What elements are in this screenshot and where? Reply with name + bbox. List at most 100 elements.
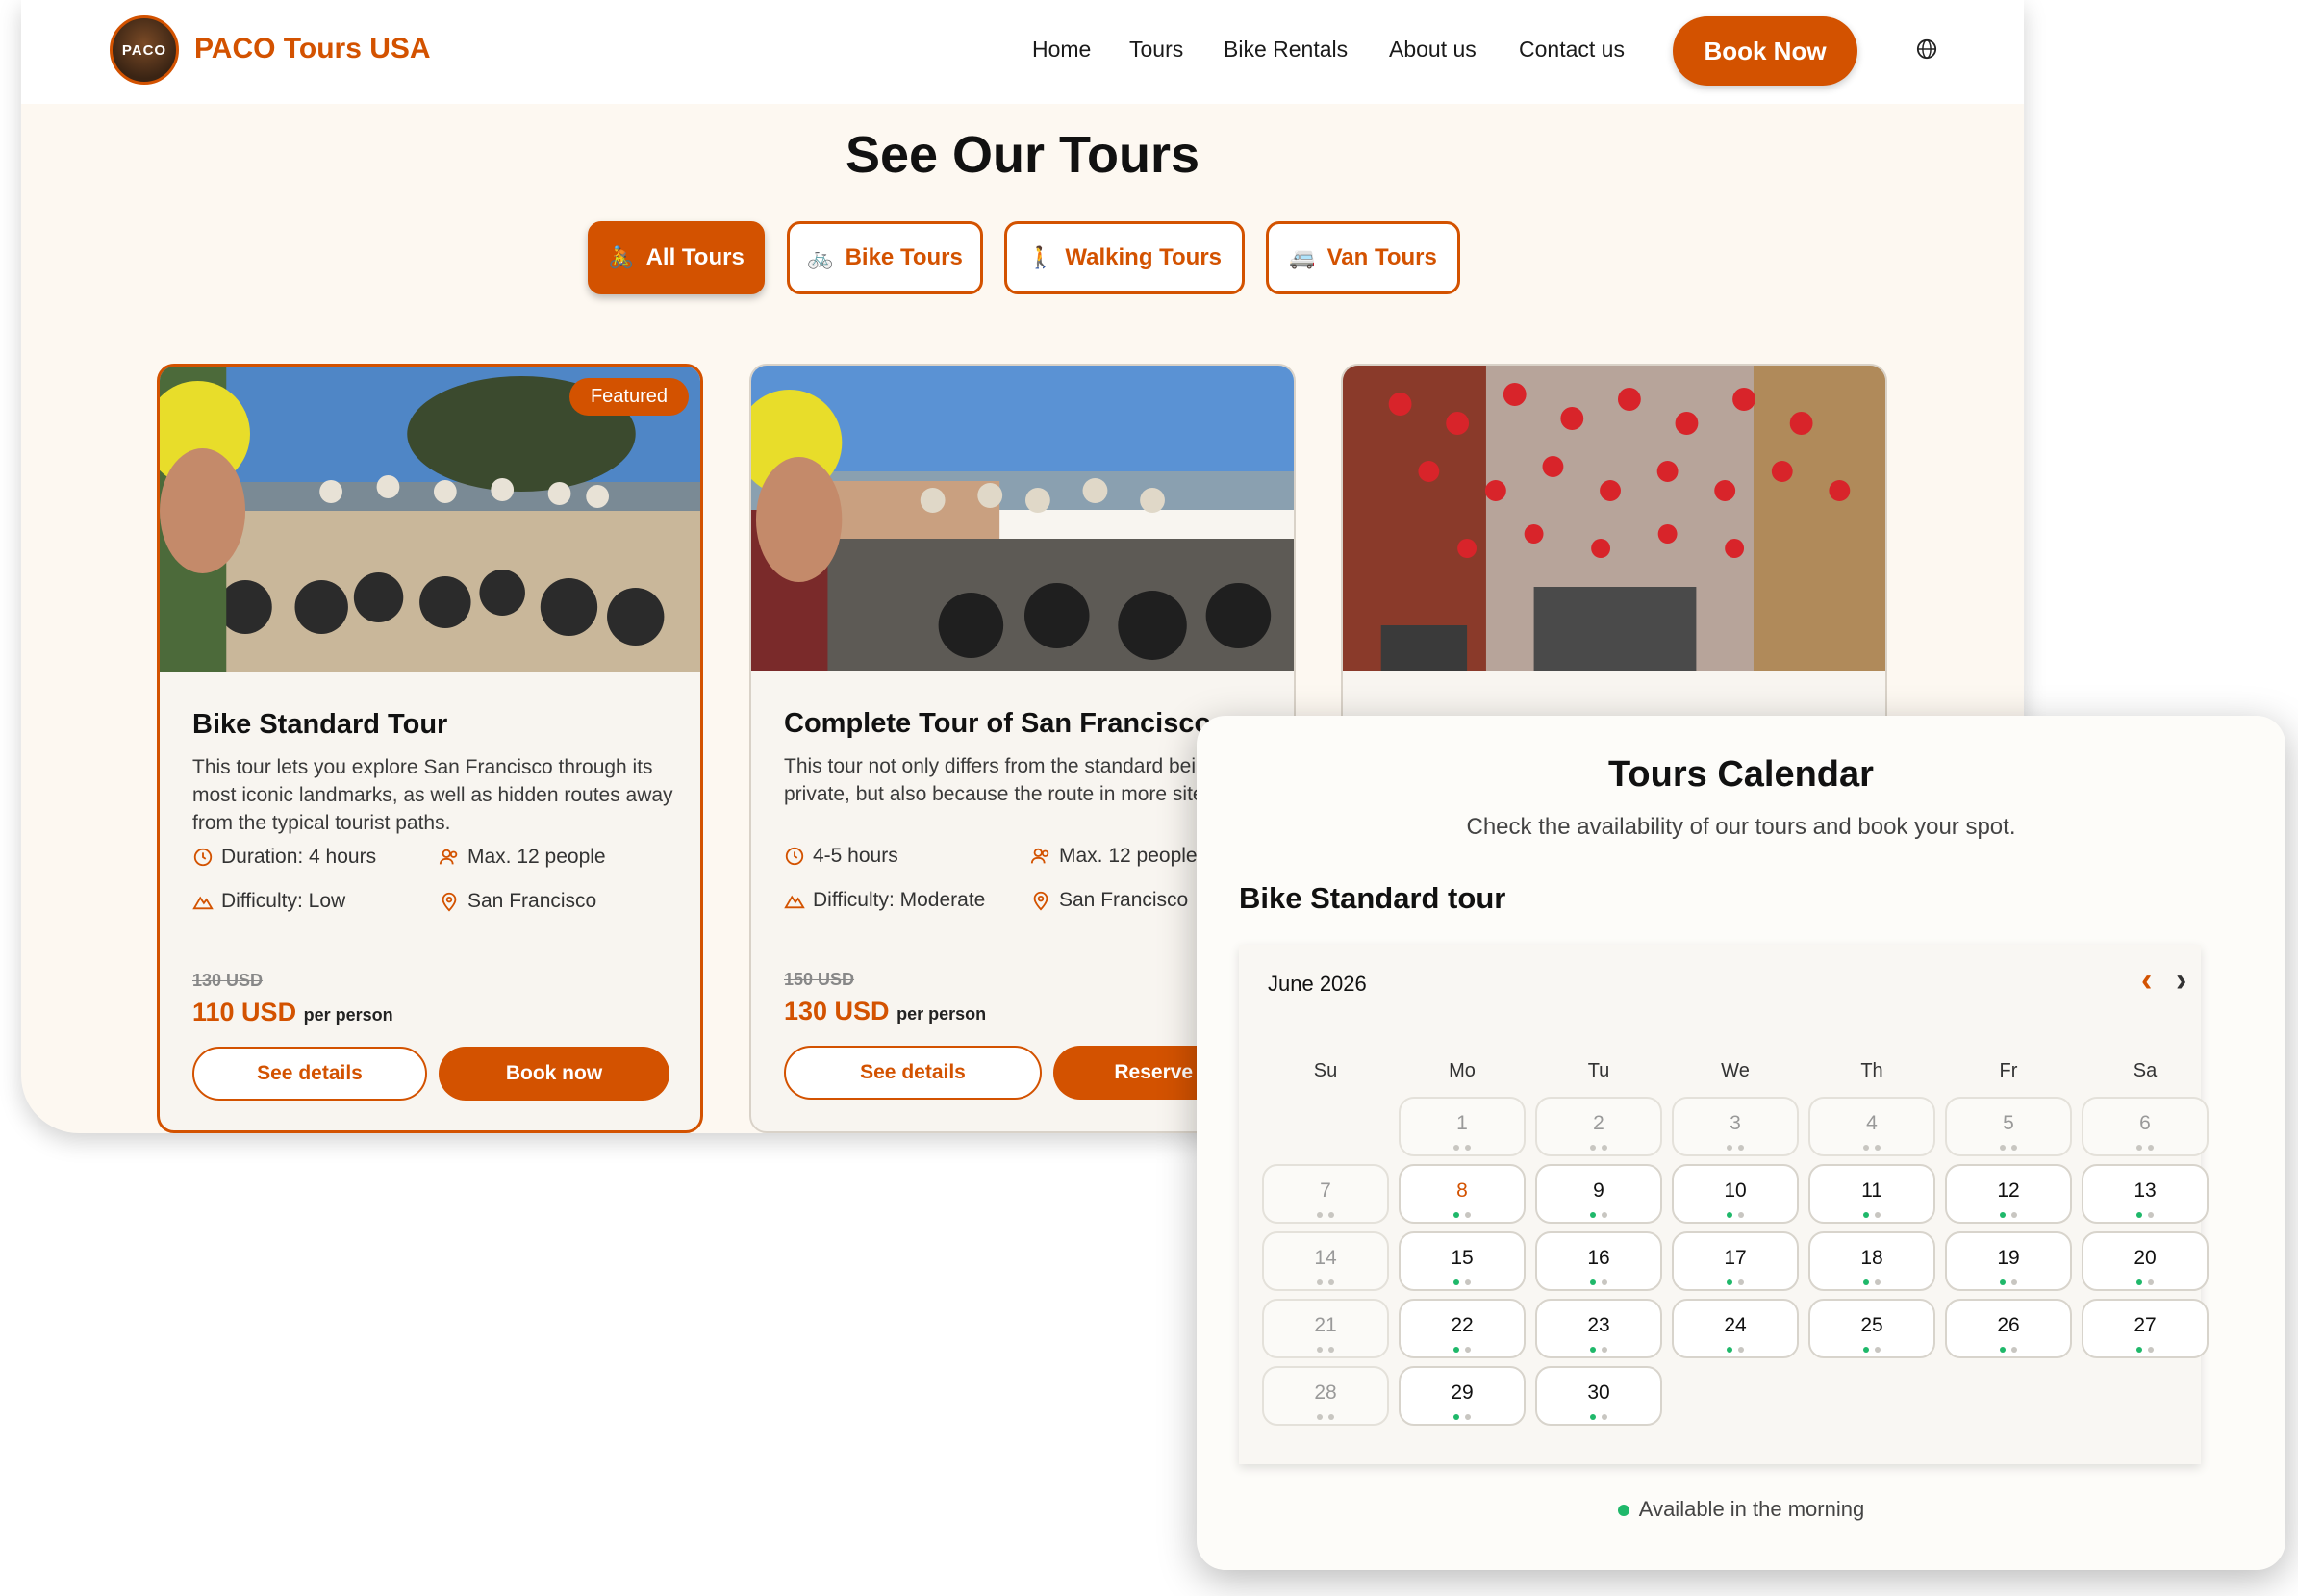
cyclist-icon: 🚴 [608,245,635,269]
weekday-header: Tu [1587,1060,1610,1081]
tour-card-bike-standard[interactable]: Featured Bike Standard Tour This tour le… [157,364,703,1133]
calendar-day[interactable]: 20 [2082,1231,2209,1291]
filter-label: All Tours [645,244,745,270]
availability-dots [1264,1212,1387,1218]
old-price: 150 USD [784,970,855,989]
day-number: 18 [1860,1247,1883,1269]
clock-icon [785,847,804,866]
calendar-day[interactable]: 10 [1672,1164,1799,1224]
nav-tours[interactable]: Tours [1129,37,1183,63]
nav-about-us[interactable]: About us [1389,37,1477,63]
calendar-day: 14 [1262,1231,1389,1291]
unavailable-dot-icon [2011,1347,2017,1353]
filter-walking-tours[interactable]: 🚶 Walking Tours [1004,221,1245,294]
location-pin-icon [1033,891,1048,911]
location-text: San Francisco [1059,889,1189,911]
day-number: 22 [1451,1314,1474,1336]
duration-text: 4-5 hours [813,845,898,867]
calendar-day[interactable]: 22 [1399,1299,1526,1358]
unavailable-dot-icon [1317,1212,1323,1218]
filter-all-tours[interactable]: 🚴 All Tours [588,221,765,294]
nav-home[interactable]: Home [1032,37,1091,63]
availability-dots [1810,1212,1933,1218]
calendar-day[interactable]: 8 [1399,1164,1526,1224]
weekday-header: Fr [1999,1060,2018,1081]
calendar-day[interactable]: 18 [1808,1231,1935,1291]
availability-dots [1674,1347,1797,1353]
walking-icon: 🚶 [1026,245,1054,269]
book-now-card-button[interactable]: Book now [439,1047,669,1101]
nav-contact-us[interactable]: Contact us [1519,37,1625,63]
availability-dots [1674,1145,1797,1151]
brand-logo[interactable]: PACO [110,15,179,85]
unavailable-dot-icon [1465,1212,1471,1218]
calendar-day[interactable]: 12 [1945,1164,2072,1224]
card-description: This tour not only differs from the stan… [784,755,1220,805]
nav-bike-rentals[interactable]: Bike Rentals [1224,37,1348,63]
unavailable-dot-icon [2148,1145,2154,1151]
calendar-day[interactable]: 26 [1945,1299,2072,1358]
calendar-day[interactable]: 17 [1672,1231,1799,1291]
unavailable-dot-icon [1602,1145,1607,1151]
unavailable-dot-icon [1875,1212,1881,1218]
unavailable-dot-icon [1317,1279,1323,1285]
day-number: 10 [1724,1179,1747,1202]
day-number: 24 [1724,1314,1747,1336]
availability-dots [2083,1347,2207,1353]
calendar-day[interactable]: 27 [2082,1299,2209,1358]
group-meta: Max. 12 people [1030,845,1198,868]
day-number: 27 [2134,1314,2157,1336]
filter-van-tours[interactable]: 🚐 Van Tours [1266,221,1460,294]
clock-icon [193,848,213,867]
unavailable-dot-icon [2011,1212,2017,1218]
available-dot-icon [1453,1347,1459,1353]
available-dot-icon [1727,1212,1732,1218]
calendar-day[interactable]: 23 [1535,1299,1662,1358]
day-number: 25 [1860,1314,1883,1336]
unavailable-dot-icon [2148,1347,2154,1353]
difficulty-text: Difficulty: Low [221,890,346,912]
day-number: 3 [1730,1112,1741,1134]
unavailable-dot-icon [1602,1347,1607,1353]
calendar-day: 5 [1945,1097,2072,1156]
unavailable-dot-icon [1738,1279,1744,1285]
day-number: 1 [1456,1112,1468,1134]
brand-name[interactable]: PACO Tours USA [194,33,431,65]
logo-text: PACO [121,41,167,59]
price: 130 USD per person [784,997,986,1026]
availability-dots [1674,1279,1797,1285]
availability-dots [1674,1212,1797,1218]
book-now-button[interactable]: Book Now [1673,16,1857,86]
availability-dots [1537,1414,1660,1420]
day-number: 20 [2134,1247,2157,1269]
calendar-day[interactable]: 29 [1399,1366,1526,1426]
calendar-day[interactable]: 24 [1672,1299,1799,1358]
availability-dots [1401,1279,1524,1285]
calendar-day[interactable]: 16 [1535,1231,1662,1291]
unavailable-dot-icon [1602,1212,1607,1218]
day-number: 2 [1593,1112,1604,1134]
calendar-day[interactable]: 19 [1945,1231,2072,1291]
available-dot-icon [1453,1212,1459,1218]
prev-month-icon[interactable]: ‹ [2141,962,2152,1000]
calendar-day[interactable]: 30 [1535,1366,1662,1426]
filter-bike-tours[interactable]: 🚲 Bike Tours [787,221,983,294]
day-number: 26 [1997,1314,2020,1336]
see-details-button[interactable]: See details [784,1046,1042,1100]
see-details-button[interactable]: See details [192,1047,427,1101]
calendar-day[interactable]: 15 [1399,1231,1526,1291]
next-month-icon[interactable]: › [2176,962,2186,1000]
availability-dots [1537,1279,1660,1285]
unavailable-dot-icon [1317,1347,1323,1353]
day-number: 23 [1587,1314,1610,1336]
unavailable-dot-icon [2011,1279,2017,1285]
globe-icon[interactable] [1916,38,1937,60]
calendar-day[interactable]: 11 [1808,1164,1935,1224]
calendar-day[interactable]: 25 [1808,1299,1935,1358]
mountain-icon [784,895,805,909]
day-number: 12 [1997,1179,2020,1202]
day-number: 13 [2134,1179,2157,1202]
calendar-day[interactable]: 9 [1535,1164,1662,1224]
calendar-day[interactable]: 13 [2082,1164,2209,1224]
featured-badge: Featured [568,378,689,416]
